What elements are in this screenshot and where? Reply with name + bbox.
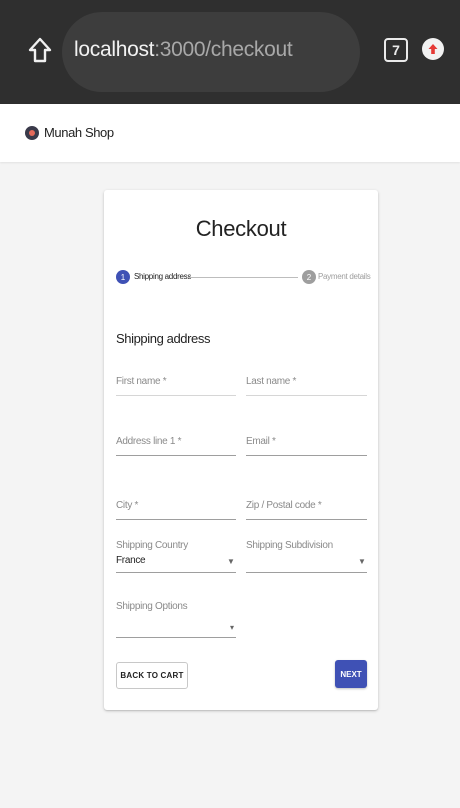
section-title: Shipping address [116, 331, 211, 346]
zip-underline [246, 519, 367, 520]
next-button[interactable]: NEXT [335, 660, 367, 688]
logo-dot [29, 130, 35, 136]
first-name-underline [116, 395, 236, 396]
chevron-down-icon: ▾ [230, 623, 235, 632]
first-name-label: First name * [116, 376, 167, 387]
chevron-down-icon: ▼ [227, 557, 235, 566]
step-1-number: 1 [120, 272, 126, 282]
address-bar[interactable]: localhost:3000/checkout [62, 12, 360, 92]
step-2-number: 2 [306, 272, 312, 282]
step-1-indicator: 1 [116, 270, 130, 284]
shipping-country-value: France [116, 555, 146, 566]
shop-name[interactable]: Munah Shop [44, 125, 114, 140]
step-2-label: Payment details [318, 272, 371, 281]
city-underline [116, 519, 236, 520]
shop-logo-icon[interactable] [25, 126, 39, 140]
update-icon[interactable] [422, 38, 444, 60]
tab-switcher-button[interactable]: 7 [384, 38, 408, 62]
shipping-options-select[interactable]: Shipping Options ▾ [116, 601, 236, 641]
shipping-subdivision-select[interactable]: Shipping Subdivision ▼ [246, 540, 367, 576]
last-name-underline [246, 395, 367, 396]
shipping-country-label: Shipping Country [116, 540, 188, 551]
first-name-field[interactable]: First name * [116, 376, 236, 398]
url-host: localhost [74, 38, 155, 61]
browser-toolbar: localhost:3000/checkout 7 [0, 0, 460, 104]
zip-label: Zip / Postal code * [246, 500, 322, 511]
address-line1-field[interactable]: Address line 1 * [116, 436, 236, 458]
shipping-country-select[interactable]: Shipping Country France ▼ [116, 540, 236, 576]
last-name-label: Last name * [246, 376, 297, 387]
email-field[interactable]: Email * [246, 436, 367, 458]
email-underline [246, 455, 367, 456]
page-title: Checkout [195, 216, 287, 241]
last-name-field[interactable]: Last name * [246, 376, 367, 398]
step-1-label: Shipping address [134, 272, 192, 281]
app-header: Munah Shop [0, 104, 460, 162]
tab-count: 7 [392, 42, 400, 58]
zip-field[interactable]: Zip / Postal code * [246, 500, 367, 522]
address-line1-label: Address line 1 * [116, 436, 182, 447]
shipping-subdivision-label: Shipping Subdivision [246, 540, 333, 551]
checkout-card: Checkout 1 Shipping address 2 Payment de… [104, 190, 378, 710]
url-text: localhost:3000/checkout [74, 38, 293, 62]
city-label: City * [116, 500, 139, 511]
url-path: :3000/checkout [154, 38, 293, 61]
shipping-options-label: Shipping Options [116, 601, 188, 612]
stepper-connector [187, 277, 298, 278]
shipping-options-underline [116, 637, 236, 638]
email-label: Email * [246, 436, 276, 447]
address-line1-underline [116, 455, 236, 456]
city-field[interactable]: City * [116, 500, 236, 522]
back-to-cart-button[interactable]: BACK TO CART [116, 662, 188, 689]
step-2-indicator: 2 [302, 270, 316, 284]
shipping-subdivision-underline [246, 572, 367, 573]
shipping-country-underline [116, 572, 236, 573]
chevron-down-icon: ▼ [358, 557, 366, 566]
home-icon[interactable] [18, 28, 62, 72]
